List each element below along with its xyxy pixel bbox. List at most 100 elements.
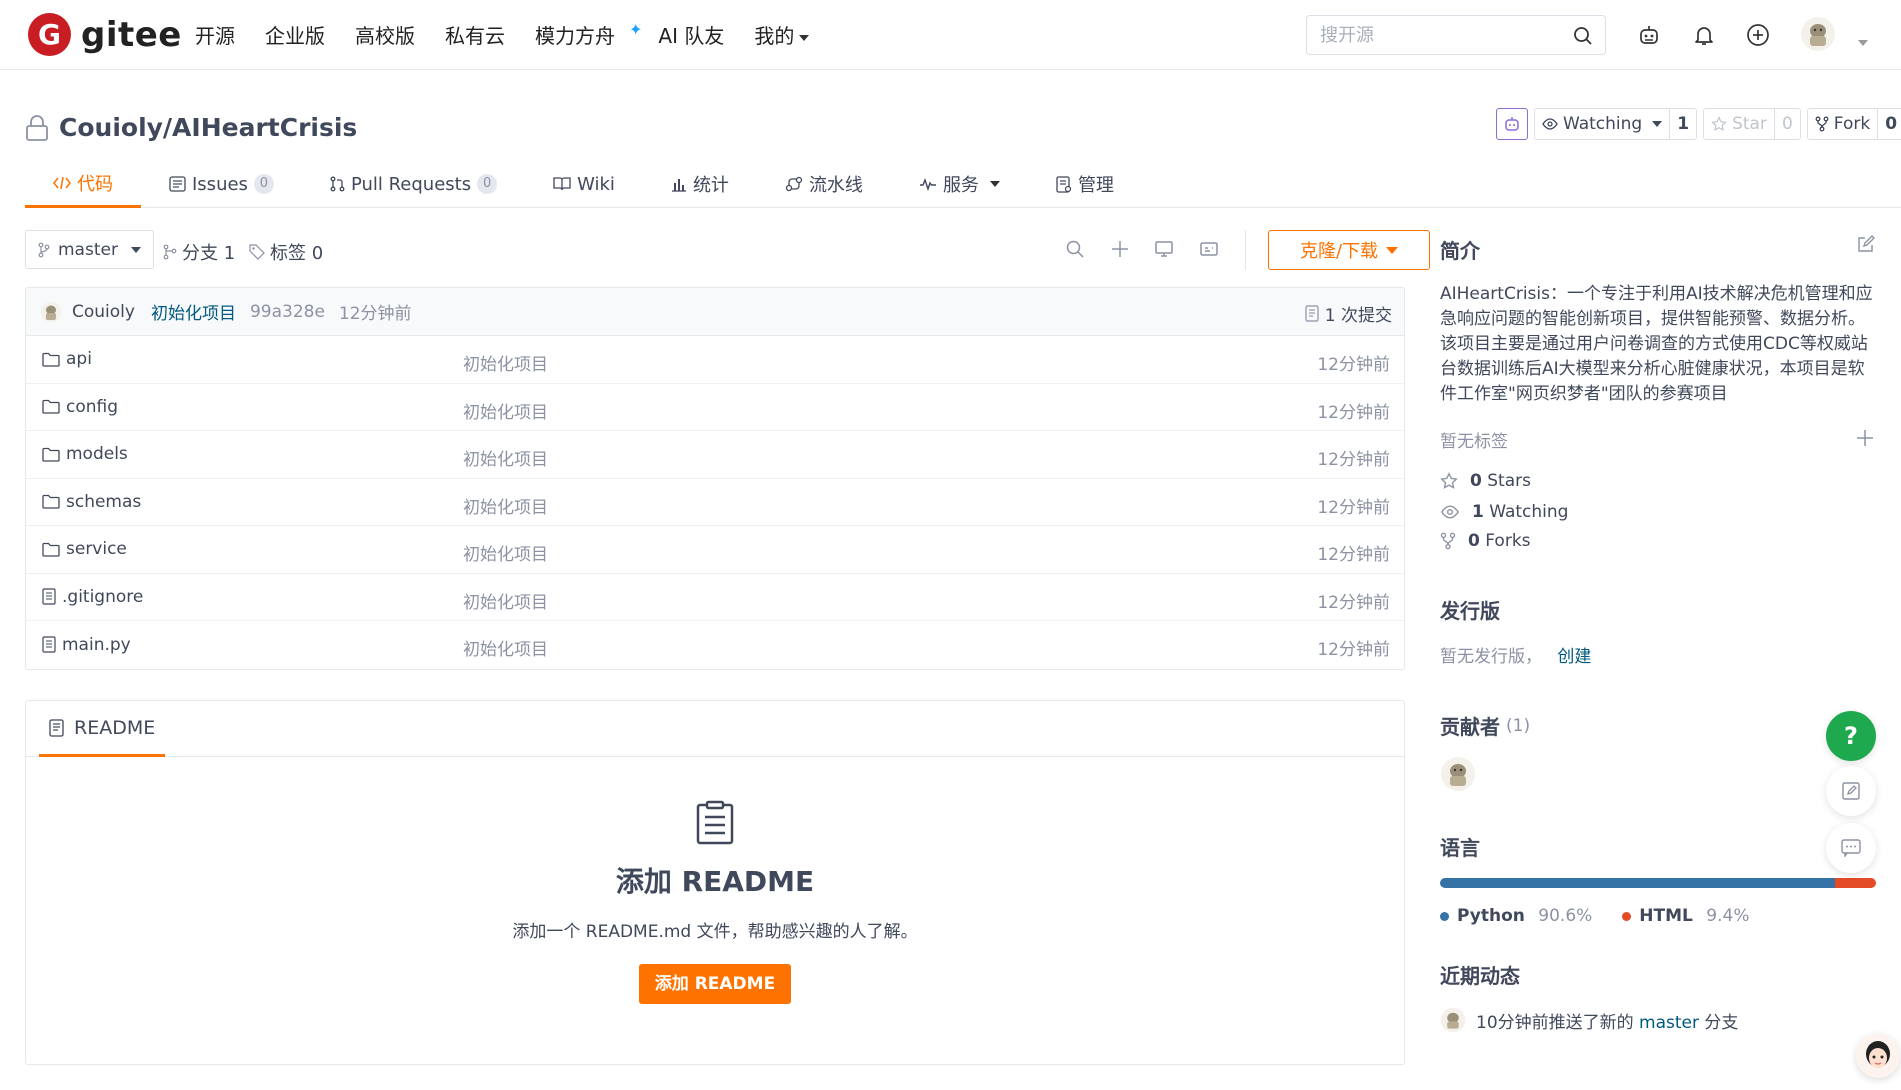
repo-sidebar: 简介 AIHeartCrisis：一个专注于利用AI技术解决危机管理和应急响应问… xyxy=(1440,230,1876,1033)
web-ide-icon[interactable] xyxy=(1154,239,1174,259)
search-box xyxy=(1306,15,1606,55)
nav-item-ai-teammate[interactable]: AI 队友 xyxy=(658,20,724,49)
activity-avatar[interactable] xyxy=(1440,1007,1466,1033)
file-name-link[interactable]: api xyxy=(66,349,92,369)
nav-item-private-cloud[interactable]: 私有云 xyxy=(445,20,505,49)
tags-row: 暂无标签 xyxy=(1440,427,1876,453)
fork-count[interactable]: 0 xyxy=(1877,109,1901,139)
nav-item-opensource[interactable]: 开源 xyxy=(195,20,235,49)
file-commit-message[interactable]: 初始化项目 xyxy=(463,350,548,375)
file-name-link[interactable]: models xyxy=(66,444,128,464)
plus-circle-icon[interactable] xyxy=(1746,23,1770,47)
star-count[interactable]: 0 xyxy=(1773,109,1800,139)
ai-assistant-icon[interactable] xyxy=(1637,23,1661,47)
avatar-caret-icon[interactable] xyxy=(1853,32,1868,51)
readme-tab[interactable]: README xyxy=(39,701,166,757)
clone-label: 克隆/下载 xyxy=(1299,241,1379,262)
file-name-link[interactable]: service xyxy=(66,539,127,559)
tab-issues-count: 0 xyxy=(253,174,274,194)
activity-branch-link[interactable]: master xyxy=(1639,1013,1699,1033)
readme-empty-state: 添加 README 添加一个 README.md 文件，帮助感兴趣的人了解。 添… xyxy=(26,800,1404,1004)
help-button[interactable]: ? xyxy=(1826,711,1876,761)
branches-link[interactable]: 分支 1 xyxy=(163,239,235,265)
language-legend-item[interactable]: Python 90.6% xyxy=(1440,906,1592,926)
star-button[interactable]: Star xyxy=(1704,109,1774,139)
nav-item-university[interactable]: 高校版 xyxy=(355,20,415,49)
tab-issues[interactable]: Issues 0 xyxy=(141,160,302,208)
watching-stat[interactable]: 1 Watching xyxy=(1440,502,1876,522)
file-commit-time: 12分钟前 xyxy=(1317,592,1390,613)
commit-time: 12分钟前 xyxy=(338,304,412,324)
search-file-icon[interactable] xyxy=(1065,239,1085,259)
gitee-logo[interactable]: G gitee xyxy=(28,13,182,56)
watch-caret-icon xyxy=(1652,121,1663,127)
tab-services[interactable]: 服务 xyxy=(891,160,1028,208)
forks-label: Forks xyxy=(1485,531,1531,551)
watch-button[interactable]: Watching xyxy=(1535,109,1669,139)
file-row[interactable]: schemas 初始化项目 12分钟前 xyxy=(26,479,1404,526)
commit-message[interactable]: 初始化项目 xyxy=(151,299,236,324)
file-row[interactable]: models 初始化项目 12分钟前 xyxy=(26,431,1404,479)
search-input[interactable] xyxy=(1307,16,1547,54)
file-commit-message[interactable]: 初始化项目 xyxy=(463,540,548,565)
contributor-avatar[interactable] xyxy=(1440,756,1876,792)
commit-sha[interactable]: 99a328e xyxy=(250,302,325,322)
tab-manage[interactable]: 管理 xyxy=(1028,160,1142,208)
add-file-icon[interactable] xyxy=(1110,239,1130,259)
file-row[interactable]: .gitignore 初始化项目 12分钟前 xyxy=(26,574,1404,621)
tab-stats[interactable]: 统计 xyxy=(643,160,757,208)
tab-pipeline[interactable]: 流水线 xyxy=(757,160,891,208)
file-row[interactable]: service 初始化项目 12分钟前 xyxy=(26,526,1404,574)
create-release-link[interactable]: 创建 xyxy=(1557,647,1591,667)
ai-robot-button[interactable] xyxy=(1496,108,1528,140)
file-commit-message[interactable]: 初始化项目 xyxy=(463,445,548,470)
download-zip-icon[interactable] xyxy=(1199,239,1219,259)
file-name-link[interactable]: schemas xyxy=(66,492,141,512)
stars-stat[interactable]: 0 Stars xyxy=(1440,471,1876,491)
caret-down-icon xyxy=(799,34,810,41)
nav-item-mine[interactable]: 我的 xyxy=(754,20,810,49)
file-name-link[interactable]: config xyxy=(66,397,118,417)
fork-button[interactable]: Fork xyxy=(1808,109,1877,139)
add-readme-button[interactable]: 添加 README xyxy=(638,964,792,1004)
search-icon[interactable] xyxy=(1573,26,1593,46)
file-commit-time: 12分钟前 xyxy=(1317,355,1390,375)
file-row[interactable]: main.py 初始化项目 12分钟前 xyxy=(26,621,1404,669)
edit-intro-icon[interactable] xyxy=(1856,234,1876,254)
commit-author-avatar[interactable] xyxy=(40,301,62,323)
chat-button[interactable] xyxy=(1826,823,1876,873)
commit-author[interactable]: Couioly xyxy=(72,302,135,322)
nav-item-enterprise[interactable]: 企业版 xyxy=(265,20,325,49)
tab-code[interactable]: 代码 xyxy=(25,160,141,208)
commits-count-link[interactable]: 1 次提交 xyxy=(1305,301,1392,326)
tab-wiki-label: Wiki xyxy=(577,173,615,195)
bell-icon[interactable] xyxy=(1692,23,1716,47)
watch-count[interactable]: 1 xyxy=(1669,109,1696,139)
language-legend-item[interactable]: HTML 9.4% xyxy=(1622,906,1749,926)
file-row[interactable]: config 初始化项目 12分钟前 xyxy=(26,384,1404,431)
file-name-link[interactable]: .gitignore xyxy=(62,587,143,607)
tags-link[interactable]: 标签 0 xyxy=(249,239,323,265)
repo-name-link[interactable]: Couioly/AIHeartCrisis xyxy=(59,113,357,142)
nav-item-moark[interactable]: 模力方舟 ✦ xyxy=(535,20,642,49)
gitee-logo-mark: G xyxy=(28,13,71,56)
add-tag-icon[interactable] xyxy=(1856,429,1874,447)
file-commit-message[interactable]: 初始化项目 xyxy=(463,398,548,423)
tab-pull-requests[interactable]: Pull Requests 0 xyxy=(302,160,525,208)
clone-download-button[interactable]: 克隆/下载 xyxy=(1268,230,1430,270)
user-avatar[interactable] xyxy=(1800,16,1836,52)
feedback-edit-button[interactable] xyxy=(1826,766,1876,816)
file-commit-message[interactable]: 初始化项目 xyxy=(463,635,548,660)
branch-name: master xyxy=(58,239,118,260)
gitee-logo-text: gitee xyxy=(81,14,182,55)
assistant-avatar-button[interactable] xyxy=(1856,1034,1900,1078)
tab-wiki[interactable]: Wiki xyxy=(525,160,643,208)
forks-stat[interactable]: 0 Forks xyxy=(1440,531,1876,551)
branch-select[interactable]: master xyxy=(25,230,154,269)
release-title: 发行版 xyxy=(1440,599,1500,623)
file-commit-message[interactable]: 初始化项目 xyxy=(463,493,548,518)
file-commit-message[interactable]: 初始化项目 xyxy=(463,588,548,613)
file-name-link[interactable]: main.py xyxy=(62,635,131,655)
file-row[interactable]: api 初始化项目 12分钟前 xyxy=(26,336,1404,384)
fork-button-group: Fork 0 xyxy=(1806,108,1901,140)
